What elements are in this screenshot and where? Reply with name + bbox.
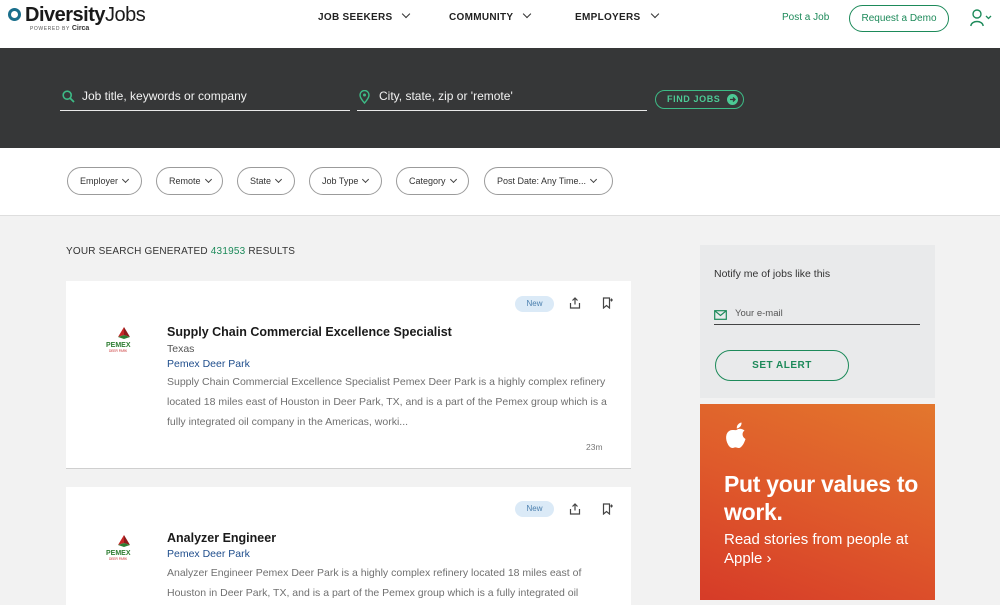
chevron-down-icon <box>590 175 598 184</box>
job-card[interactable]: New PEMEX DEER PARK Analyzer Engineer Pe… <box>66 487 631 605</box>
chevron-down-icon <box>402 9 411 19</box>
request-demo-button[interactable]: Request a Demo <box>849 5 949 32</box>
ad-headline: Put your values to work. <box>724 471 918 525</box>
job-description: Analyzer Engineer Pemex Deer Park is a h… <box>167 567 582 599</box>
job-title-link[interactable]: Analyzer Engineer <box>167 531 276 545</box>
new-badge: New <box>515 501 554 517</box>
chevron-down-icon <box>121 175 130 184</box>
logo-text: DiversityJobs <box>25 4 146 26</box>
chevron-down-icon <box>523 9 532 19</box>
job-alert-panel: Notify me of jobs like this Your e-mail … <box>700 245 935 398</box>
pemex-logo: PEMEX DEER PARK <box>106 535 131 561</box>
ad-subtext-link[interactable]: Read stories from people at Apple › <box>724 530 929 568</box>
post-a-job-link[interactable]: Post a Job <box>782 12 829 23</box>
filter-category[interactable]: Category <box>396 167 469 195</box>
find-jobs-button[interactable]: FIND JOBS <box>655 90 744 109</box>
share-icon[interactable] <box>569 503 581 515</box>
svg-text:PEMEX: PEMEX <box>106 550 131 557</box>
new-badge: New <box>515 296 554 312</box>
filter-remote[interactable]: Remote <box>156 167 223 195</box>
filter-employer[interactable]: Employer <box>67 167 142 195</box>
pemex-logo: PEMEX DEER PARK <box>106 327 131 353</box>
svg-text:DEER PARK: DEER PARK <box>109 349 128 353</box>
filter-job-type[interactable]: Job Type <box>309 167 382 195</box>
nav-job-seekers[interactable]: JOB SEEKERS <box>318 9 411 23</box>
filter-bar: Employer Remote State Job Type Category … <box>0 148 1000 216</box>
nav-employers[interactable]: EMPLOYERS <box>575 9 659 23</box>
location-search-input[interactable]: City, state, zip or 'remote' <box>357 84 647 111</box>
bookmark-icon[interactable] <box>601 503 613 515</box>
chevron-down-icon <box>650 9 659 19</box>
filter-state[interactable]: State <box>237 167 295 195</box>
user-account-icon[interactable] <box>970 9 992 27</box>
svg-text:PEMEX: PEMEX <box>106 342 131 349</box>
logo-powered-by: POWERED BY Circa <box>30 25 90 32</box>
share-icon[interactable] <box>569 297 581 309</box>
job-company-link[interactable]: Pemex Deer Park <box>167 548 250 560</box>
filter-post-date[interactable]: Post Date: Any Time... <box>484 167 613 195</box>
job-posted-time: 23m <box>586 442 603 452</box>
job-location: Texas <box>167 343 195 355</box>
job-description: Supply Chain Commercial Excellence Speci… <box>167 376 607 428</box>
arrow-right-icon <box>727 94 738 105</box>
logo-ring-icon <box>8 8 21 21</box>
set-alert-button[interactable]: SET ALERT <box>715 350 849 381</box>
chevron-down-icon <box>362 175 370 184</box>
job-company-link[interactable]: Pemex Deer Park <box>167 358 250 370</box>
location-pin-icon <box>359 90 370 104</box>
chevron-down-icon <box>274 175 283 184</box>
keyword-search-input[interactable]: Job title, keywords or company <box>60 84 350 111</box>
apple-ad-banner[interactable]: Put your values to work. Read stories fr… <box>700 404 935 600</box>
chevron-down-icon <box>449 175 457 184</box>
bookmark-icon[interactable] <box>601 297 613 309</box>
email-placeholder: Your e-mail <box>735 308 783 319</box>
nav-community[interactable]: COMMUNITY <box>449 9 532 23</box>
job-title-link[interactable]: Supply Chain Commercial Excellence Speci… <box>167 325 452 339</box>
svg-text:DEER PARK: DEER PARK <box>109 557 128 561</box>
envelope-icon <box>714 310 727 320</box>
search-icon <box>62 90 75 103</box>
top-header: DiversityJobs POWERED BY Circa JOB SEEKE… <box>0 0 1000 48</box>
alert-title: Notify me of jobs like this <box>714 268 831 280</box>
apple-logo-icon <box>726 422 746 449</box>
results-count: YOUR SEARCH GENERATED 431953 RESULTS <box>66 246 296 257</box>
keyword-placeholder: Job title, keywords or company <box>82 89 247 103</box>
alert-email-input[interactable]: Your e-mail <box>714 306 920 325</box>
location-placeholder: City, state, zip or 'remote' <box>379 89 513 103</box>
job-card[interactable]: New PEMEX DEER PARK Supply Chain Commerc… <box>66 281 631 469</box>
search-band: Job title, keywords or company City, sta… <box>0 48 1000 148</box>
chevron-down-icon <box>204 175 212 184</box>
